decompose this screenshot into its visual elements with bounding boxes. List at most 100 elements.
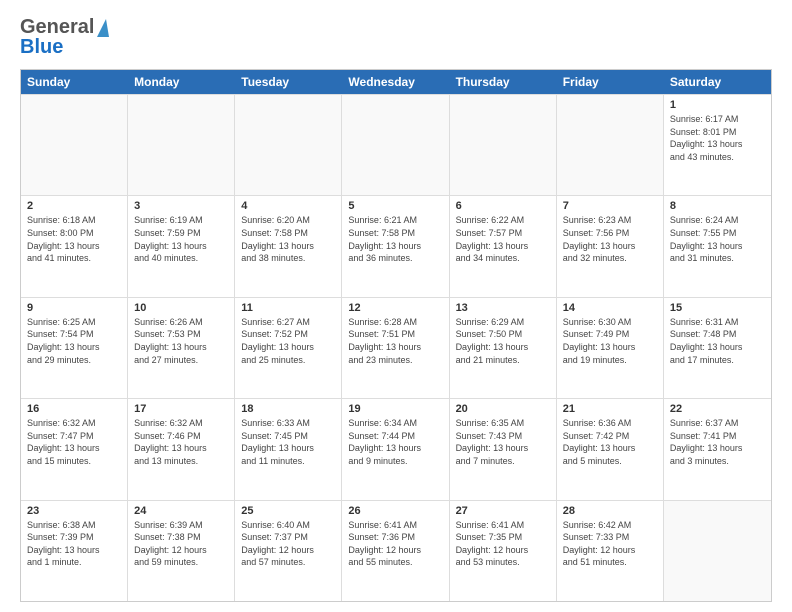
cal-cell-r1c2: 4 Sunrise: 6:20 AM Sunset: 7:58 PM Daylig… <box>235 196 342 296</box>
day-number: 19 <box>348 403 442 415</box>
day-number: 3 <box>134 200 228 212</box>
cal-cell-r4c1: 24 Sunrise: 6:39 AM Sunset: 7:38 PM Dayli… <box>128 501 235 601</box>
cell-text: Sunrise: 6:41 AM Sunset: 7:35 PM Dayligh… <box>456 519 550 569</box>
header-day-monday: Monday <box>128 70 235 94</box>
cell-text: Sunrise: 6:20 AM Sunset: 7:58 PM Dayligh… <box>241 214 335 264</box>
calendar-header: SundayMondayTuesdayWednesdayThursdayFrid… <box>21 70 771 94</box>
cal-cell-r1c4: 6 Sunrise: 6:22 AM Sunset: 7:57 PM Daylig… <box>450 196 557 296</box>
day-number: 8 <box>670 200 765 212</box>
cell-text: Sunrise: 6:36 AM Sunset: 7:42 PM Dayligh… <box>563 417 657 467</box>
cal-cell-r0c0 <box>21 95 128 195</box>
cal-cell-r0c1 <box>128 95 235 195</box>
cal-cell-r2c0: 9 Sunrise: 6:25 AM Sunset: 7:54 PM Daylig… <box>21 298 128 398</box>
cal-cell-r3c1: 17 Sunrise: 6:32 AM Sunset: 7:46 PM Dayli… <box>128 399 235 499</box>
cell-text: Sunrise: 6:39 AM Sunset: 7:38 PM Dayligh… <box>134 519 228 569</box>
cell-text: Sunrise: 6:33 AM Sunset: 7:45 PM Dayligh… <box>241 417 335 467</box>
calendar-body: 1Sunrise: 6:17 AM Sunset: 8:01 PM Daylig… <box>21 94 771 601</box>
calendar-row-1: 2 Sunrise: 6:18 AM Sunset: 8:00 PM Daylig… <box>21 195 771 296</box>
cell-text: Sunrise: 6:26 AM Sunset: 7:53 PM Dayligh… <box>134 316 228 366</box>
logo: General Blue <box>20 16 109 59</box>
cal-cell-r3c0: 16 Sunrise: 6:32 AM Sunset: 7:47 PM Dayli… <box>21 399 128 499</box>
cell-text: Sunrise: 6:30 AM Sunset: 7:49 PM Dayligh… <box>563 316 657 366</box>
cal-cell-r4c3: 26 Sunrise: 6:41 AM Sunset: 7:36 PM Dayli… <box>342 501 449 601</box>
day-number: 10 <box>134 302 228 314</box>
day-number: 2 <box>27 200 121 212</box>
day-number: 13 <box>456 302 550 314</box>
cell-text: Sunrise: 6:19 AM Sunset: 7:59 PM Dayligh… <box>134 214 228 264</box>
day-number: 22 <box>670 403 765 415</box>
cal-cell-r3c3: 19 Sunrise: 6:34 AM Sunset: 7:44 PM Dayli… <box>342 399 449 499</box>
header-day-friday: Friday <box>557 70 664 94</box>
cal-cell-r2c4: 13 Sunrise: 6:29 AM Sunset: 7:50 PM Dayli… <box>450 298 557 398</box>
cell-text: Sunrise: 6:17 AM Sunset: 8:01 PM Dayligh… <box>670 113 765 163</box>
day-number: 7 <box>563 200 657 212</box>
cal-cell-r0c6: 1Sunrise: 6:17 AM Sunset: 8:01 PM Daylig… <box>664 95 771 195</box>
calendar-row-4: 23Sunrise: 6:38 AM Sunset: 7:39 PM Dayli… <box>21 500 771 601</box>
cal-cell-r3c4: 20 Sunrise: 6:35 AM Sunset: 7:43 PM Dayli… <box>450 399 557 499</box>
calendar-row-0: 1Sunrise: 6:17 AM Sunset: 8:01 PM Daylig… <box>21 94 771 195</box>
cal-cell-r1c6: 8 Sunrise: 6:24 AM Sunset: 7:55 PM Daylig… <box>664 196 771 296</box>
cal-cell-r1c0: 2 Sunrise: 6:18 AM Sunset: 8:00 PM Daylig… <box>21 196 128 296</box>
day-number: 21 <box>563 403 657 415</box>
cell-text: Sunrise: 6:35 AM Sunset: 7:43 PM Dayligh… <box>456 417 550 467</box>
cell-text: Sunrise: 6:41 AM Sunset: 7:36 PM Dayligh… <box>348 519 442 569</box>
cal-cell-r4c2: 25Sunrise: 6:40 AM Sunset: 7:37 PM Dayli… <box>235 501 342 601</box>
day-number: 12 <box>348 302 442 314</box>
day-number: 17 <box>134 403 228 415</box>
day-number: 20 <box>456 403 550 415</box>
cal-cell-r2c1: 10 Sunrise: 6:26 AM Sunset: 7:53 PM Dayli… <box>128 298 235 398</box>
day-number: 9 <box>27 302 121 314</box>
day-number: 27 <box>456 505 550 517</box>
header-day-sunday: Sunday <box>21 70 128 94</box>
day-number: 24 <box>134 505 228 517</box>
cell-text: Sunrise: 6:22 AM Sunset: 7:57 PM Dayligh… <box>456 214 550 264</box>
cal-cell-r3c5: 21 Sunrise: 6:36 AM Sunset: 7:42 PM Dayli… <box>557 399 664 499</box>
cell-text: Sunrise: 6:32 AM Sunset: 7:47 PM Dayligh… <box>27 417 121 467</box>
day-number: 14 <box>563 302 657 314</box>
cal-cell-r0c5 <box>557 95 664 195</box>
day-number: 28 <box>563 505 657 517</box>
cell-text: Sunrise: 6:27 AM Sunset: 7:52 PM Dayligh… <box>241 316 335 366</box>
cell-text: Sunrise: 6:24 AM Sunset: 7:55 PM Dayligh… <box>670 214 765 264</box>
day-number: 6 <box>456 200 550 212</box>
cal-cell-r4c5: 28 Sunrise: 6:42 AM Sunset: 7:33 PM Dayli… <box>557 501 664 601</box>
cal-cell-r1c3: 5Sunrise: 6:21 AM Sunset: 7:58 PM Daylig… <box>342 196 449 296</box>
cal-cell-r0c3 <box>342 95 449 195</box>
cal-cell-r2c2: 11 Sunrise: 6:27 AM Sunset: 7:52 PM Dayli… <box>235 298 342 398</box>
cal-cell-r0c4 <box>450 95 557 195</box>
calendar-row-3: 16 Sunrise: 6:32 AM Sunset: 7:47 PM Dayli… <box>21 398 771 499</box>
cell-text: Sunrise: 6:23 AM Sunset: 7:56 PM Dayligh… <box>563 214 657 264</box>
day-number: 11 <box>241 302 335 314</box>
cell-text: Sunrise: 6:38 AM Sunset: 7:39 PM Dayligh… <box>27 519 121 569</box>
cell-text: Sunrise: 6:31 AM Sunset: 7:48 PM Dayligh… <box>670 316 765 366</box>
cal-cell-r2c6: 15 Sunrise: 6:31 AM Sunset: 7:48 PM Dayli… <box>664 298 771 398</box>
cal-cell-r2c5: 14 Sunrise: 6:30 AM Sunset: 7:49 PM Dayli… <box>557 298 664 398</box>
day-number: 26 <box>348 505 442 517</box>
cal-cell-r4c6 <box>664 501 771 601</box>
cell-text: Sunrise: 6:32 AM Sunset: 7:46 PM Dayligh… <box>134 417 228 467</box>
logo-triangle-icon <box>97 19 109 37</box>
cell-text: Sunrise: 6:40 AM Sunset: 7:37 PM Dayligh… <box>241 519 335 569</box>
cal-cell-r1c5: 7 Sunrise: 6:23 AM Sunset: 7:56 PM Daylig… <box>557 196 664 296</box>
cell-text: Sunrise: 6:29 AM Sunset: 7:50 PM Dayligh… <box>456 316 550 366</box>
cell-text: Sunrise: 6:42 AM Sunset: 7:33 PM Dayligh… <box>563 519 657 569</box>
cal-cell-r1c1: 3 Sunrise: 6:19 AM Sunset: 7:59 PM Daylig… <box>128 196 235 296</box>
day-number: 4 <box>241 200 335 212</box>
calendar-row-2: 9 Sunrise: 6:25 AM Sunset: 7:54 PM Daylig… <box>21 297 771 398</box>
calendar: SundayMondayTuesdayWednesdayThursdayFrid… <box>20 69 772 602</box>
day-number: 15 <box>670 302 765 314</box>
header-day-thursday: Thursday <box>450 70 557 94</box>
cal-cell-r0c2 <box>235 95 342 195</box>
cal-cell-r3c6: 22Sunrise: 6:37 AM Sunset: 7:41 PM Dayli… <box>664 399 771 499</box>
cell-text: Sunrise: 6:34 AM Sunset: 7:44 PM Dayligh… <box>348 417 442 467</box>
header-day-tuesday: Tuesday <box>235 70 342 94</box>
logo-blue-text: Blue <box>20 36 63 59</box>
day-number: 16 <box>27 403 121 415</box>
cal-cell-r4c0: 23Sunrise: 6:38 AM Sunset: 7:39 PM Dayli… <box>21 501 128 601</box>
header: General Blue <box>20 16 772 59</box>
header-day-wednesday: Wednesday <box>342 70 449 94</box>
cell-text: Sunrise: 6:18 AM Sunset: 8:00 PM Dayligh… <box>27 214 121 264</box>
cal-cell-r2c3: 12 Sunrise: 6:28 AM Sunset: 7:51 PM Dayli… <box>342 298 449 398</box>
cell-text: Sunrise: 6:28 AM Sunset: 7:51 PM Dayligh… <box>348 316 442 366</box>
cell-text: Sunrise: 6:25 AM Sunset: 7:54 PM Dayligh… <box>27 316 121 366</box>
